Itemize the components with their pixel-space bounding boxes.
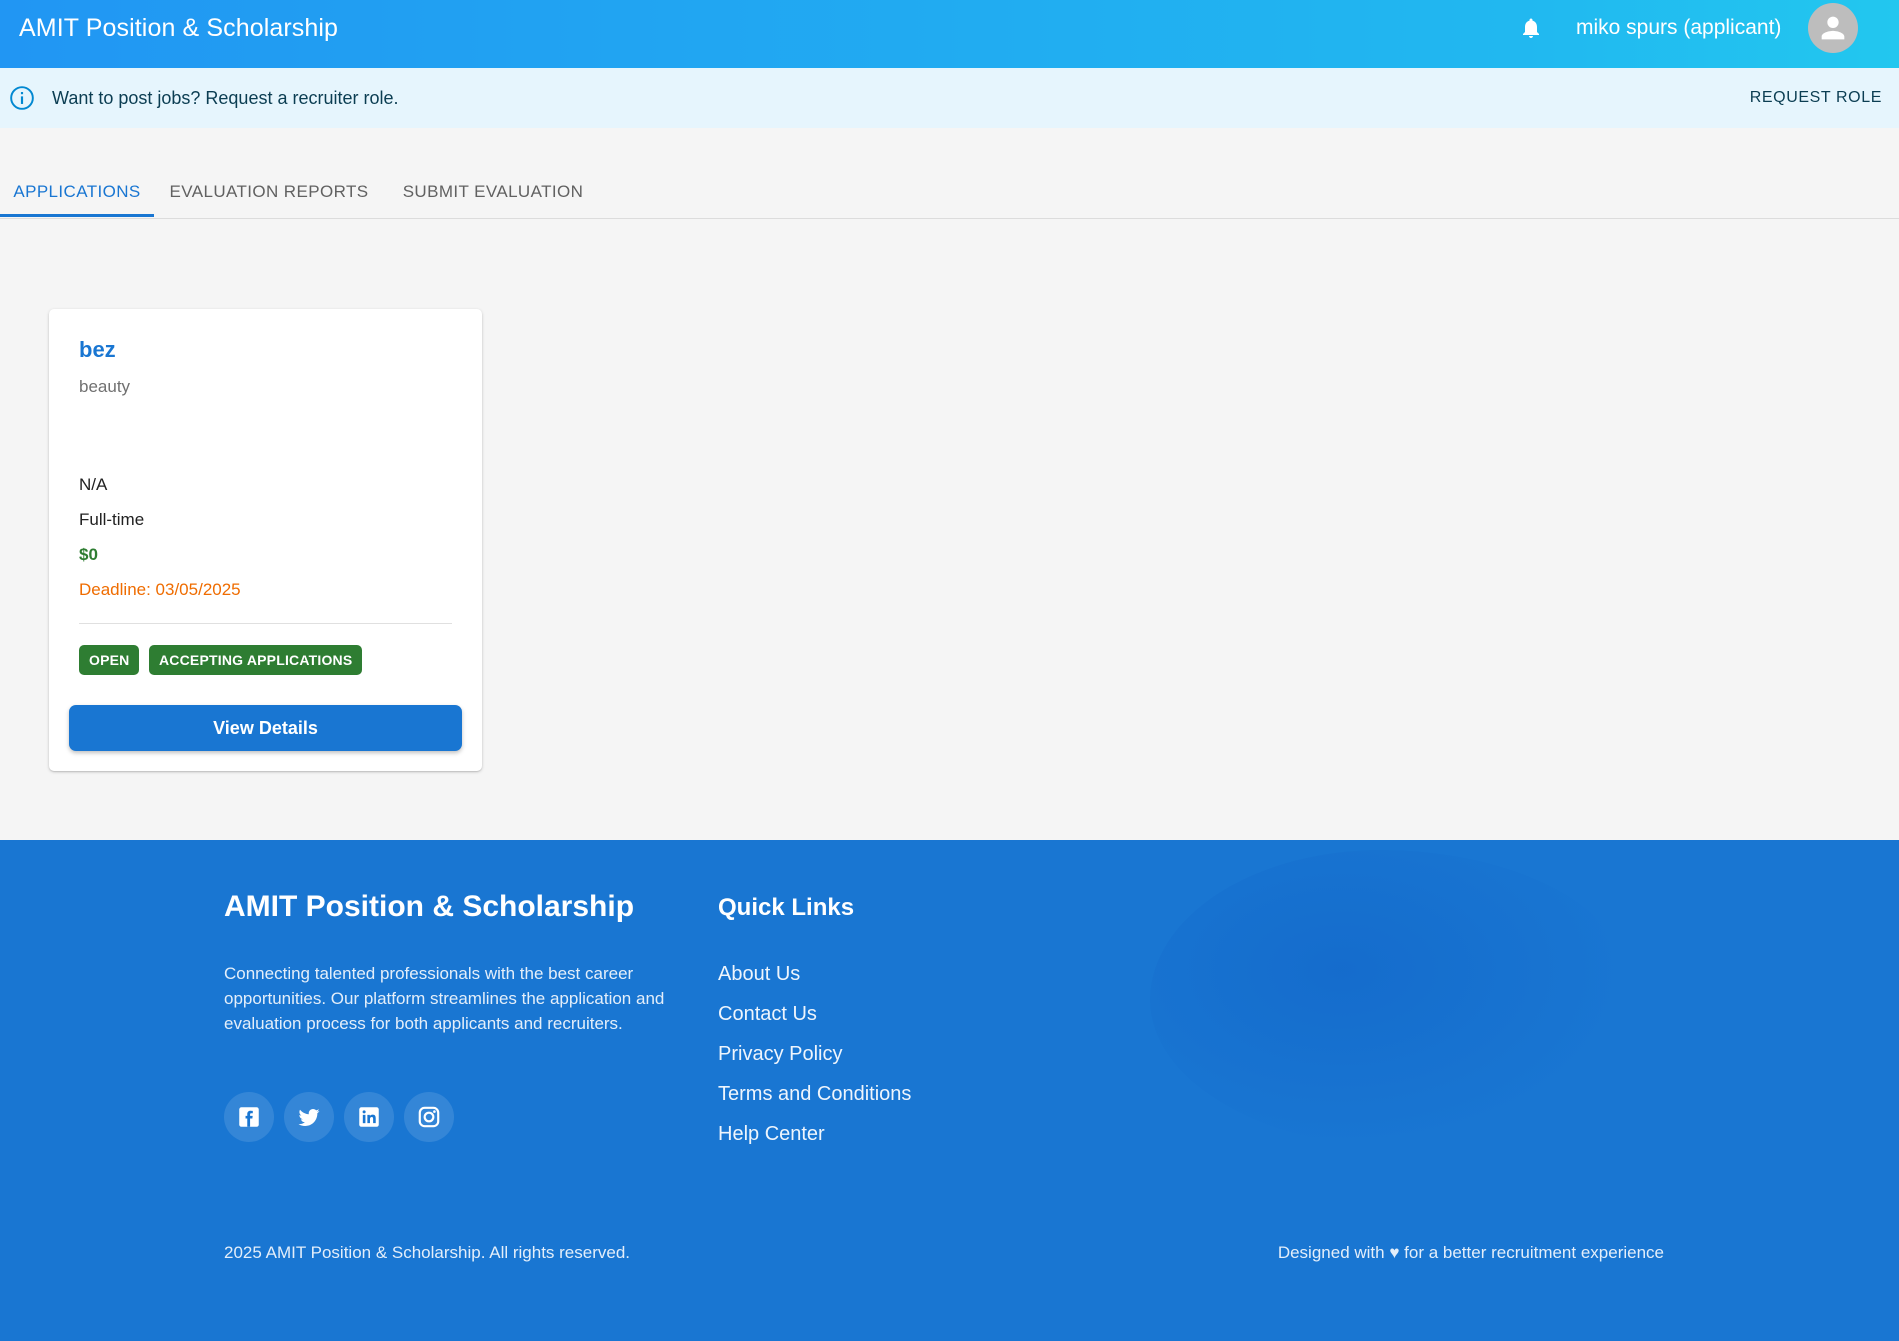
card-divider	[79, 623, 452, 624]
footer-link-contact-us[interactable]: Contact Us	[718, 1003, 817, 1026]
request-role-button[interactable]: REQUEST ROLE	[1750, 83, 1882, 113]
app-bar: AMIT Position & Scholarship miko spurs (…	[0, 0, 1899, 68]
view-details-button[interactable]: View Details	[69, 705, 462, 751]
job-title[interactable]: bez	[79, 337, 116, 363]
recruiter-role-banner: Want to post jobs? Request a recruiter r…	[0, 68, 1899, 128]
status-badge-accepting: ACCEPTING APPLICATIONS	[149, 645, 363, 675]
job-location: N/A	[79, 475, 108, 494]
tab-evaluation-reports[interactable]: EVALUATION REPORTS	[154, 174, 384, 219]
active-tab-indicator	[0, 214, 154, 217]
instagram-icon[interactable]	[404, 1092, 454, 1142]
copyright-text: 2025 AMIT Position & Scholarship. All ri…	[224, 1243, 630, 1262]
designed-with-text: Designed with ♥ for a better recruitment…	[1277, 1243, 1664, 1262]
footer-brand: AMIT Position & Scholarship	[224, 890, 635, 923]
app-title[interactable]: AMIT Position & Scholarship	[19, 0, 338, 68]
footer-link-help-center[interactable]: Help Center	[718, 1123, 825, 1146]
account-circle-icon[interactable]	[1808, 3, 1858, 53]
footer-link-about-us[interactable]: About Us	[718, 963, 800, 986]
tab-bar: APPLICATIONS EVALUATION REPORTS SUBMIT E…	[0, 128, 1899, 219]
quick-links-title: Quick Links	[718, 894, 855, 921]
footer: AMIT Position & Scholarship Connecting t…	[0, 840, 1899, 1341]
job-category: beauty	[79, 377, 131, 396]
banner-message: Want to post jobs? Request a recruiter r…	[52, 88, 399, 108]
tab-submit-evaluation[interactable]: SUBMIT EVALUATION	[384, 174, 602, 219]
footer-link-terms[interactable]: Terms and Conditions	[718, 1083, 911, 1106]
tab-applications[interactable]: APPLICATIONS	[0, 174, 154, 219]
job-deadline: Deadline: 03/05/2025	[79, 580, 241, 599]
status-badge-open: OPEN	[79, 645, 140, 675]
footer-about-text: Connecting talented professionals with t…	[224, 964, 665, 1033]
bell-icon[interactable]	[1516, 13, 1546, 43]
decorative-blob	[1150, 850, 1630, 1150]
user-name-label[interactable]: miko spurs (applicant)	[1576, 0, 1781, 56]
job-salary: $0	[79, 545, 98, 564]
twitter-icon[interactable]	[284, 1092, 334, 1142]
footer-link-privacy-policy[interactable]: Privacy Policy	[718, 1043, 842, 1066]
job-card: bez beauty N/A Full-time $0 Deadline: 03…	[49, 309, 482, 771]
linkedin-icon[interactable]	[344, 1092, 394, 1142]
job-type: Full-time	[79, 510, 145, 529]
facebook-icon[interactable]	[224, 1092, 274, 1142]
info-icon	[9, 85, 35, 111]
